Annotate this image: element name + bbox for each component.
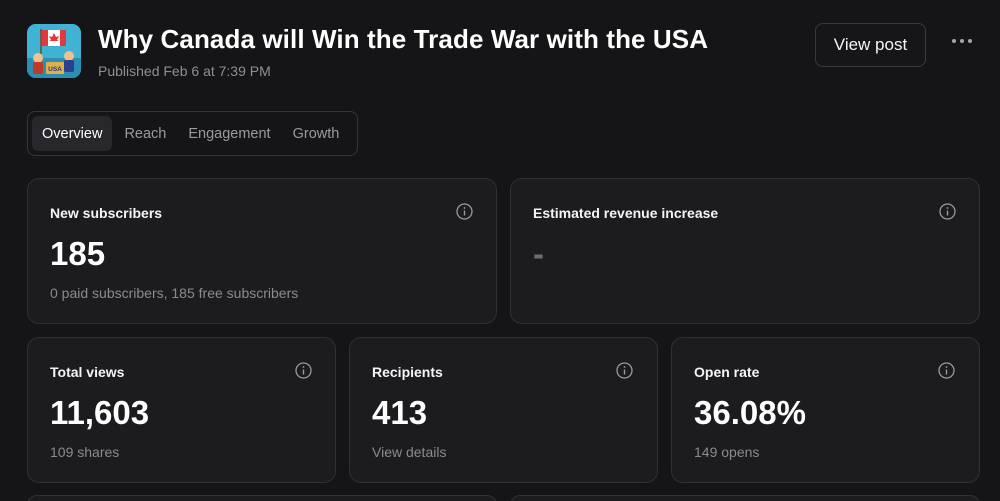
view-details-link[interactable]: View details xyxy=(372,444,446,460)
more-horizontal-icon xyxy=(952,39,972,43)
post-thumbnail: USA xyxy=(27,24,81,78)
opens-count: 149 opens xyxy=(694,444,760,460)
new-subscribers-value: 185 xyxy=(50,235,106,272)
post-title: Why Canada will Win the Trade War with t… xyxy=(98,24,709,54)
stats-tabs: Overview Reach Engagement Growth xyxy=(27,111,358,156)
estimated-revenue-card: Estimated revenue increase - xyxy=(510,178,980,324)
info-icon[interactable] xyxy=(295,362,312,379)
new-subscribers-card: New subscribers 185 0 paid subscribers, … xyxy=(27,178,497,324)
card-label: Open rate xyxy=(694,364,760,380)
recipients-value: 413 xyxy=(372,394,428,431)
view-post-button[interactable]: View post xyxy=(815,23,926,67)
published-date: Published Feb 6 at 7:39 PM xyxy=(98,63,271,79)
recipients-card: Recipients 413 View details xyxy=(349,337,658,483)
tab-growth[interactable]: Growth xyxy=(283,116,350,151)
total-views-card: Total views 11,603 109 shares xyxy=(27,337,336,483)
info-icon[interactable] xyxy=(456,203,473,220)
tab-reach[interactable]: Reach xyxy=(114,116,176,151)
post-stats-page: USA Why Canada will Win the Trade War wi… xyxy=(0,0,1000,501)
total-views-value: 11,603 xyxy=(50,394,150,431)
tab-engagement[interactable]: Engagement xyxy=(178,116,280,151)
open-rate-value: 36.08% xyxy=(694,394,806,431)
subscribers-breakdown: 0 paid subscribers, 185 free subscribers xyxy=(50,285,299,301)
thumbnail-usa-label: USA xyxy=(48,66,62,73)
next-row-card-right xyxy=(510,495,980,501)
more-options-button[interactable] xyxy=(944,27,980,55)
info-icon[interactable] xyxy=(616,362,633,379)
card-label: Total views xyxy=(50,364,125,380)
card-label: New subscribers xyxy=(50,205,163,221)
shares-count: 109 shares xyxy=(50,444,120,460)
tab-overview[interactable]: Overview xyxy=(32,116,113,151)
card-label: Recipients xyxy=(372,364,443,380)
next-row-card-left xyxy=(27,495,497,501)
post-thumbnail-image: USA xyxy=(27,24,81,78)
estimated-revenue-value: - xyxy=(533,235,544,272)
info-icon[interactable] xyxy=(939,203,956,220)
info-icon[interactable] xyxy=(938,362,955,379)
card-label: Estimated revenue increase xyxy=(533,205,719,221)
open-rate-card: Open rate 36.08% 149 opens xyxy=(671,337,980,483)
